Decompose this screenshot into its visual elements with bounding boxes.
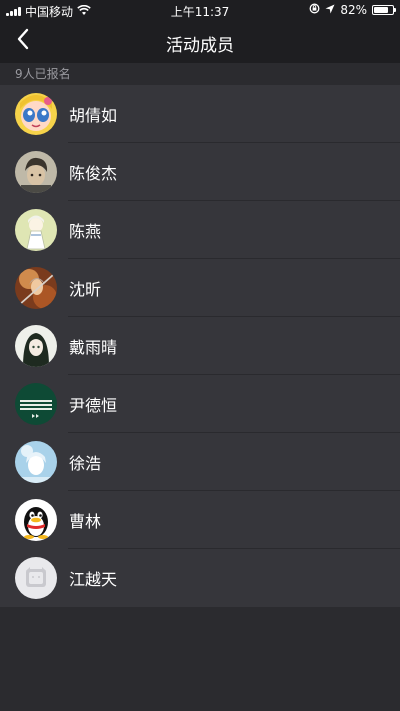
member-row[interactable]: 沈昕 [0, 259, 400, 317]
signup-count-header: 9人已报名 [0, 63, 400, 85]
default-avatar [15, 557, 57, 599]
member-name: 陈燕 [69, 222, 102, 241]
battery-icon [372, 5, 396, 15]
member-name: 徐浩 [69, 454, 102, 473]
member-name: 沈昕 [69, 280, 102, 299]
powerpuff-avatar [15, 93, 57, 135]
warrior-avatar [15, 267, 57, 309]
navigation-bar: 活动成员 [0, 20, 400, 63]
qq-penguin-avatar [15, 499, 57, 541]
member-row[interactable]: 徐浩 [0, 433, 400, 491]
anime-girl-dark-avatar [15, 325, 57, 367]
location-icon [325, 3, 335, 17]
member-name: 曹林 [69, 512, 102, 531]
member-row[interactable]: 胡倩如 [0, 85, 400, 143]
member-name: 戴雨晴 [69, 338, 118, 357]
member-list: 胡倩如 陈俊杰 陈燕 沈昕 戴雨晴 尹德恒 徐浩 曹林 江越天 [0, 85, 400, 607]
rotation-lock-icon [309, 3, 320, 17]
status-right: 82% [309, 3, 396, 17]
status-bar: 中国移动 上午11:37 82% [0, 0, 400, 20]
member-name: 江越天 [69, 570, 118, 589]
winter-avatar [15, 441, 57, 483]
member-name: 尹德恒 [69, 396, 118, 415]
anime-girl-avatar [15, 209, 57, 251]
member-row[interactable]: 戴雨晴 [0, 317, 400, 375]
member-row[interactable]: 江越天 [0, 549, 400, 607]
green-logo-avatar [15, 383, 57, 425]
member-row[interactable]: 陈燕 [0, 201, 400, 259]
member-row[interactable]: 曹林 [0, 491, 400, 549]
member-row[interactable]: 陈俊杰 [0, 143, 400, 201]
member-name: 陈俊杰 [69, 164, 118, 183]
member-row[interactable]: 尹德恒 [0, 375, 400, 433]
page-title: 活动成员 [166, 36, 234, 56]
battery-fill [374, 7, 388, 13]
member-name: 胡倩如 [69, 106, 118, 125]
battery-percent: 82% [340, 3, 367, 17]
portrait-avatar [15, 151, 57, 193]
